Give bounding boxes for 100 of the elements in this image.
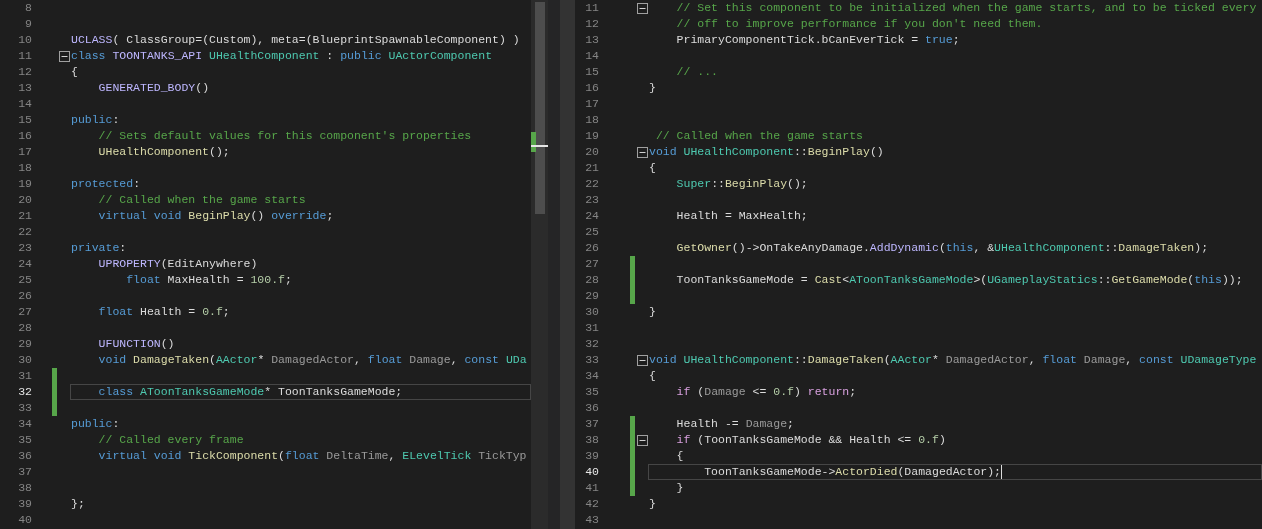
code-line: // Called when the game starts: [654, 128, 863, 145]
line-number: 15: [584, 64, 599, 81]
code-line: private:: [71, 240, 127, 257]
code-line: Health -= Damage;: [675, 416, 794, 433]
code-line: // Sets default values for this component's properties: [97, 128, 472, 145]
line-number: 24: [584, 208, 599, 225]
line-number: 25: [17, 272, 32, 289]
collapse-icon[interactable]: [637, 2, 648, 14]
line-number: 31: [17, 368, 32, 385]
code-line: UCLASS( ClassGroup=(Custom), meta=(BlueprintSpawnableComponent) ): [71, 32, 520, 49]
code-line: public:: [71, 112, 120, 129]
line-number: 12: [17, 64, 32, 81]
code-line: {: [649, 160, 656, 177]
line-number: 22: [584, 176, 599, 193]
line-number: 37: [584, 416, 599, 433]
code-line: {: [675, 448, 684, 465]
code-line: virtual void TickComponent(float DeltaTime, ELevelTick TickTyp: [97, 448, 527, 465]
code-line: ToonTanksGameMode = Cast<AToonTanksGameMode>(UGameplayStatics::GetGameMode(this));: [675, 272, 1243, 289]
line-number: 16: [584, 80, 599, 97]
code-line: GENERATED_BODY(): [97, 80, 210, 97]
line-number: 28: [17, 320, 32, 337]
line-number: 13: [17, 80, 32, 97]
position-marker: [531, 145, 548, 147]
code-line: float Health = 0.f;: [97, 304, 230, 321]
line-number: 32: [17, 384, 32, 401]
code-line: void DamageTaken(AActor* DamagedActor, float Damage, const UDa: [97, 352, 527, 369]
line-number: 26: [17, 288, 32, 305]
line-number: 41: [584, 480, 599, 497]
line-number: 27: [584, 256, 599, 273]
line-number: 36: [17, 448, 32, 465]
line-number: 11: [17, 48, 32, 65]
line-number: 43: [584, 512, 599, 529]
line-number: 23: [584, 192, 599, 209]
code-line: float MaxHealth = 100.f;: [125, 272, 292, 289]
line-number: 32: [584, 336, 599, 353]
collapse-icon[interactable]: [59, 50, 70, 62]
code-line: }: [649, 80, 656, 97]
code-line: if (ToonTanksGameMode && Health <= 0.f): [675, 432, 946, 449]
line-number: 37: [17, 464, 32, 481]
code-line: GetOwner()->OnTakeAnyDamage.AddDynamic(this, &UHealthComponent::DamageTaken);: [675, 240, 1209, 257]
line-number: 19: [584, 128, 599, 145]
line-number: 35: [584, 384, 599, 401]
line-number: 25: [584, 224, 599, 241]
line-number: 11: [584, 0, 599, 17]
line-number: 10: [17, 32, 32, 49]
code-line: // Called every frame: [97, 432, 244, 449]
code-line: }: [649, 304, 656, 321]
line-number: 21: [17, 208, 32, 225]
line-number: 30: [17, 352, 32, 369]
line-number: 17: [584, 96, 599, 113]
line-number: 26: [584, 240, 599, 257]
change-marker: [531, 132, 536, 152]
code-line: {: [71, 64, 78, 81]
line-number: 13: [584, 32, 599, 49]
line-number: 42: [584, 496, 599, 513]
line-number: 33: [584, 352, 599, 369]
collapse-icon[interactable]: [637, 146, 648, 158]
line-number: 12: [584, 16, 599, 33]
code-line: virtual void BeginPlay() override;: [97, 208, 334, 225]
line-number: 38: [17, 480, 32, 497]
line-number: 15: [17, 112, 32, 129]
collapse-icon[interactable]: [637, 354, 648, 366]
code-line: // Called when the game starts: [97, 192, 306, 209]
scrollbar-thumb[interactable]: [535, 2, 545, 214]
line-number: 29: [584, 288, 599, 305]
line-number: 14: [17, 96, 32, 113]
line-number: 33: [17, 400, 32, 417]
code-line: PrimaryComponentTick.bCanEverTick = true;: [675, 32, 960, 49]
line-number: 17: [17, 144, 32, 161]
code-line: Super::BeginPlay();: [675, 176, 808, 193]
collapse-icon[interactable]: [637, 434, 648, 446]
code-line: }: [649, 496, 656, 513]
line-number: 18: [17, 160, 32, 177]
code-line: UHealthComponent();: [97, 144, 230, 161]
line-number: 27: [17, 304, 32, 321]
code-line: // ...: [675, 64, 718, 81]
code-line: public:: [71, 416, 120, 433]
line-number: 29: [17, 336, 32, 353]
line-number: 8: [24, 0, 32, 17]
code-line: class AToonTanksGameMode* ToonTanksGameMode;: [97, 384, 403, 401]
line-number: 14: [584, 48, 599, 65]
code-line: ToonTanksGameMode->ActorDied(DamagedActor);: [703, 464, 1001, 481]
code-line: {: [649, 368, 656, 385]
line-number: 34: [584, 368, 599, 385]
line-number: 28: [584, 272, 599, 289]
code-line: // Set this component to be initialized when the game starts, and to be ticked every: [675, 0, 1257, 17]
code-line: };: [71, 496, 85, 513]
line-number: 38: [584, 432, 599, 449]
code-line: if (Damage <= 0.f) return;: [675, 384, 857, 401]
line-number: 34: [17, 416, 32, 433]
code-line: void UHealthComponent::DamageTaken(AActor* DamagedActor, float Damage, const UDamageType: [649, 352, 1257, 369]
line-number: 23: [17, 240, 32, 257]
line-number: 40: [584, 464, 599, 481]
scrollbar[interactable]: [531, 0, 548, 529]
code-line: UFUNCTION(): [97, 336, 175, 353]
line-number: 21: [584, 160, 599, 177]
line-number: 39: [584, 448, 599, 465]
line-number: 36: [584, 400, 599, 417]
line-number: 19: [17, 176, 32, 193]
code-line: void UHealthComponent::BeginPlay(): [649, 144, 884, 161]
